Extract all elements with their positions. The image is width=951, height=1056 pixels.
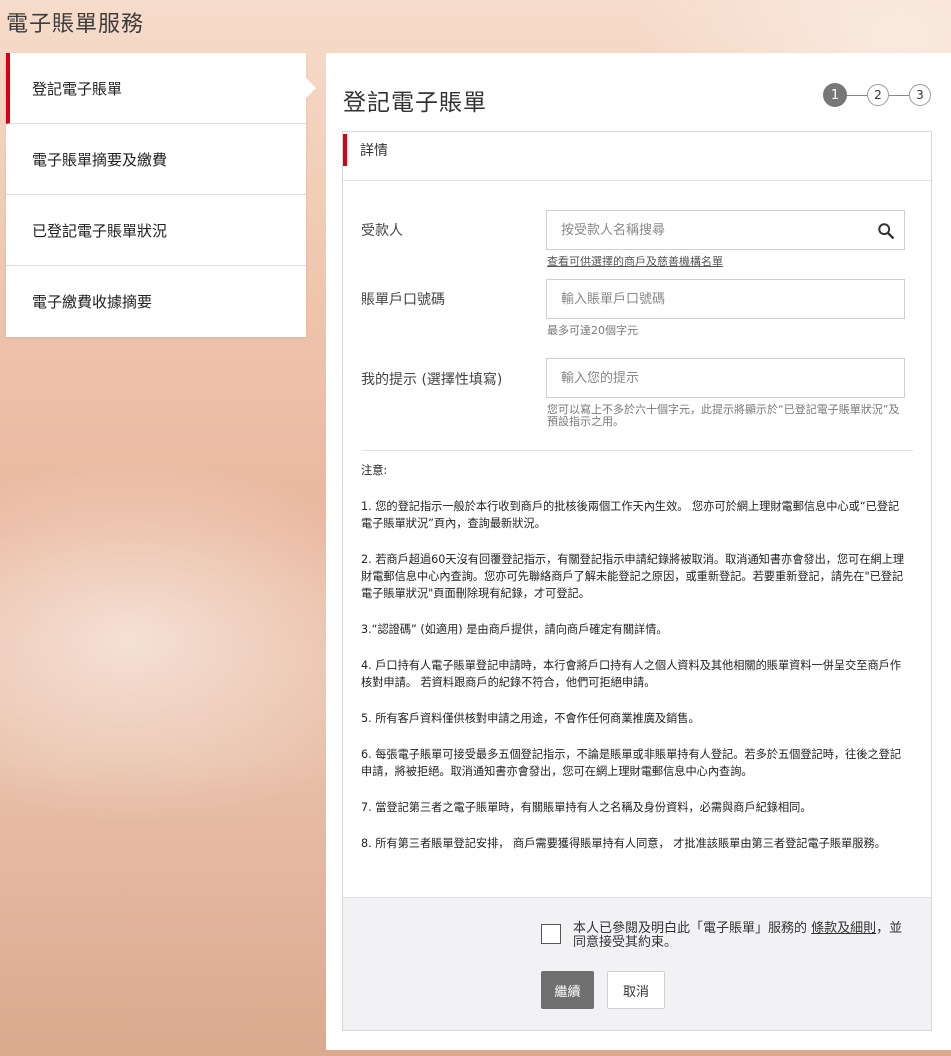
payee-label: 受款人 [361, 223, 403, 239]
step-connector [847, 94, 867, 96]
account-number-label: 賬單戶口號碼 [361, 292, 445, 308]
note-item: 8. 所有第三者賬單登記安排， 商戶需要獲得賬單持有人同意， 才批准該賬單由第三… [361, 837, 886, 850]
search-icon[interactable] [877, 222, 895, 240]
reminder-input[interactable] [546, 358, 905, 398]
sidebar-nav: 登記電子賬單 電子賬單摘要及繳費 已登記電子賬單狀況 電子繳費收據摘要 [6, 53, 316, 337]
terms-link[interactable]: 條款及細則 [811, 921, 876, 936]
sidebar-item-receipt-summary[interactable]: 電子繳費收據摘要 [6, 266, 306, 337]
note-item: 1. 您的登記指示一般於本行收到商戶的批核後兩個工作天內生效。 您亦可於網上理財… [361, 500, 900, 530]
sidebar-item-label: 電子繳費收據摘要 [32, 293, 153, 311]
step-2: 2 [867, 84, 889, 106]
note-item: 2. 若商戶超過60天沒有回覆登記指示，有關登記指示申請紀錄將被取消。取消通知書… [361, 553, 905, 600]
notes-heading: 注意: [361, 464, 388, 477]
sidebar-item-label: 已登記電子賬單狀況 [32, 221, 168, 240]
account-number-helper: 最多可達20個字元 [547, 324, 638, 337]
note-item: 3.“認證碼” (如適用) 是由商戶提供，請向商戶確定有關詳情。 [361, 623, 668, 636]
page-title: 電子賬單服務 [6, 12, 145, 37]
main-panel: 登記電子賬單 1 2 3 詳情 受款人 查看可供選擇的商戶及慈善機構名單 賬單戶… [326, 53, 951, 1050]
form-footer: 本人已參閱及明白此「電子賬單」服務的 條款及細則，並同意接受其約束。 繼續 取消 [343, 897, 931, 1030]
form-title: 登記電子賬單 [343, 90, 487, 116]
sidebar-item-register-ebill[interactable]: 登記電子賬單 [6, 53, 316, 124]
notes-section: 注意: 1. 您的登記指示一般於本行收到商戶的批核後兩個工作天內生效。 您亦可於… [361, 462, 907, 871]
section-divider [343, 180, 931, 181]
note-item: 4. 戶口持有人電子賬單登記申請時，本行會將戶口持有人之個人資料及其他相關的賬單… [361, 659, 902, 689]
section-title: 詳情 [343, 134, 388, 166]
notes-divider [361, 450, 913, 451]
sidebar-item-label: 登記電子賬單 [32, 79, 123, 98]
note-item: 7. 當登記第三者之電子賬單時，有關賬單持有人之名稱及身份資料，必需與商戶紀錄相… [361, 801, 812, 814]
cancel-button[interactable]: 取消 [607, 971, 665, 1009]
merchant-list-link[interactable]: 查看可供選擇的商戶及慈善機構名單 [547, 256, 723, 268]
terms-text-before: 本人已參閱及明白此「電子賬單」服務的 [573, 921, 812, 936]
step-1: 1 [823, 83, 847, 107]
step-3: 3 [909, 84, 931, 106]
step-indicator: 1 2 3 [823, 83, 931, 107]
sidebar-item-registered-status[interactable]: 已登記電子賬單狀況 [6, 195, 306, 266]
account-number-input[interactable] [546, 279, 905, 319]
note-item: 6. 每張電子賬單可接受最多五個登記指示，不論是賬單或非賬單持有人登記。若多於五… [361, 748, 902, 778]
sidebar-item-label: 電子賬單摘要及繳費 [32, 150, 168, 169]
terms-agreement-text: 本人已參閱及明白此「電子賬單」服務的 條款及細則，並同意接受其約束。 [573, 922, 903, 950]
sidebar-item-ebill-summary[interactable]: 電子賬單摘要及繳費 [6, 124, 306, 195]
continue-button[interactable]: 繼續 [541, 971, 594, 1009]
reminder-label: 我的提示 (選擇性填寫) [361, 372, 503, 388]
reminder-helper: 您可以寫上不多於六十個字元，此提示將顯示於“已登記電子賬單狀況”及預設指示之用。 [547, 403, 900, 428]
terms-checkbox[interactable] [541, 924, 561, 944]
step-connector [889, 94, 909, 96]
payee-search-input[interactable] [546, 210, 905, 250]
details-card: 詳情 受款人 查看可供選擇的商戶及慈善機構名單 賬單戶口號碼 最多可達20個字元… [342, 131, 932, 1031]
note-item: 5. 所有客戶資料僅供核對申請之用途，不會作任何商業推廣及銷售。 [361, 712, 700, 725]
